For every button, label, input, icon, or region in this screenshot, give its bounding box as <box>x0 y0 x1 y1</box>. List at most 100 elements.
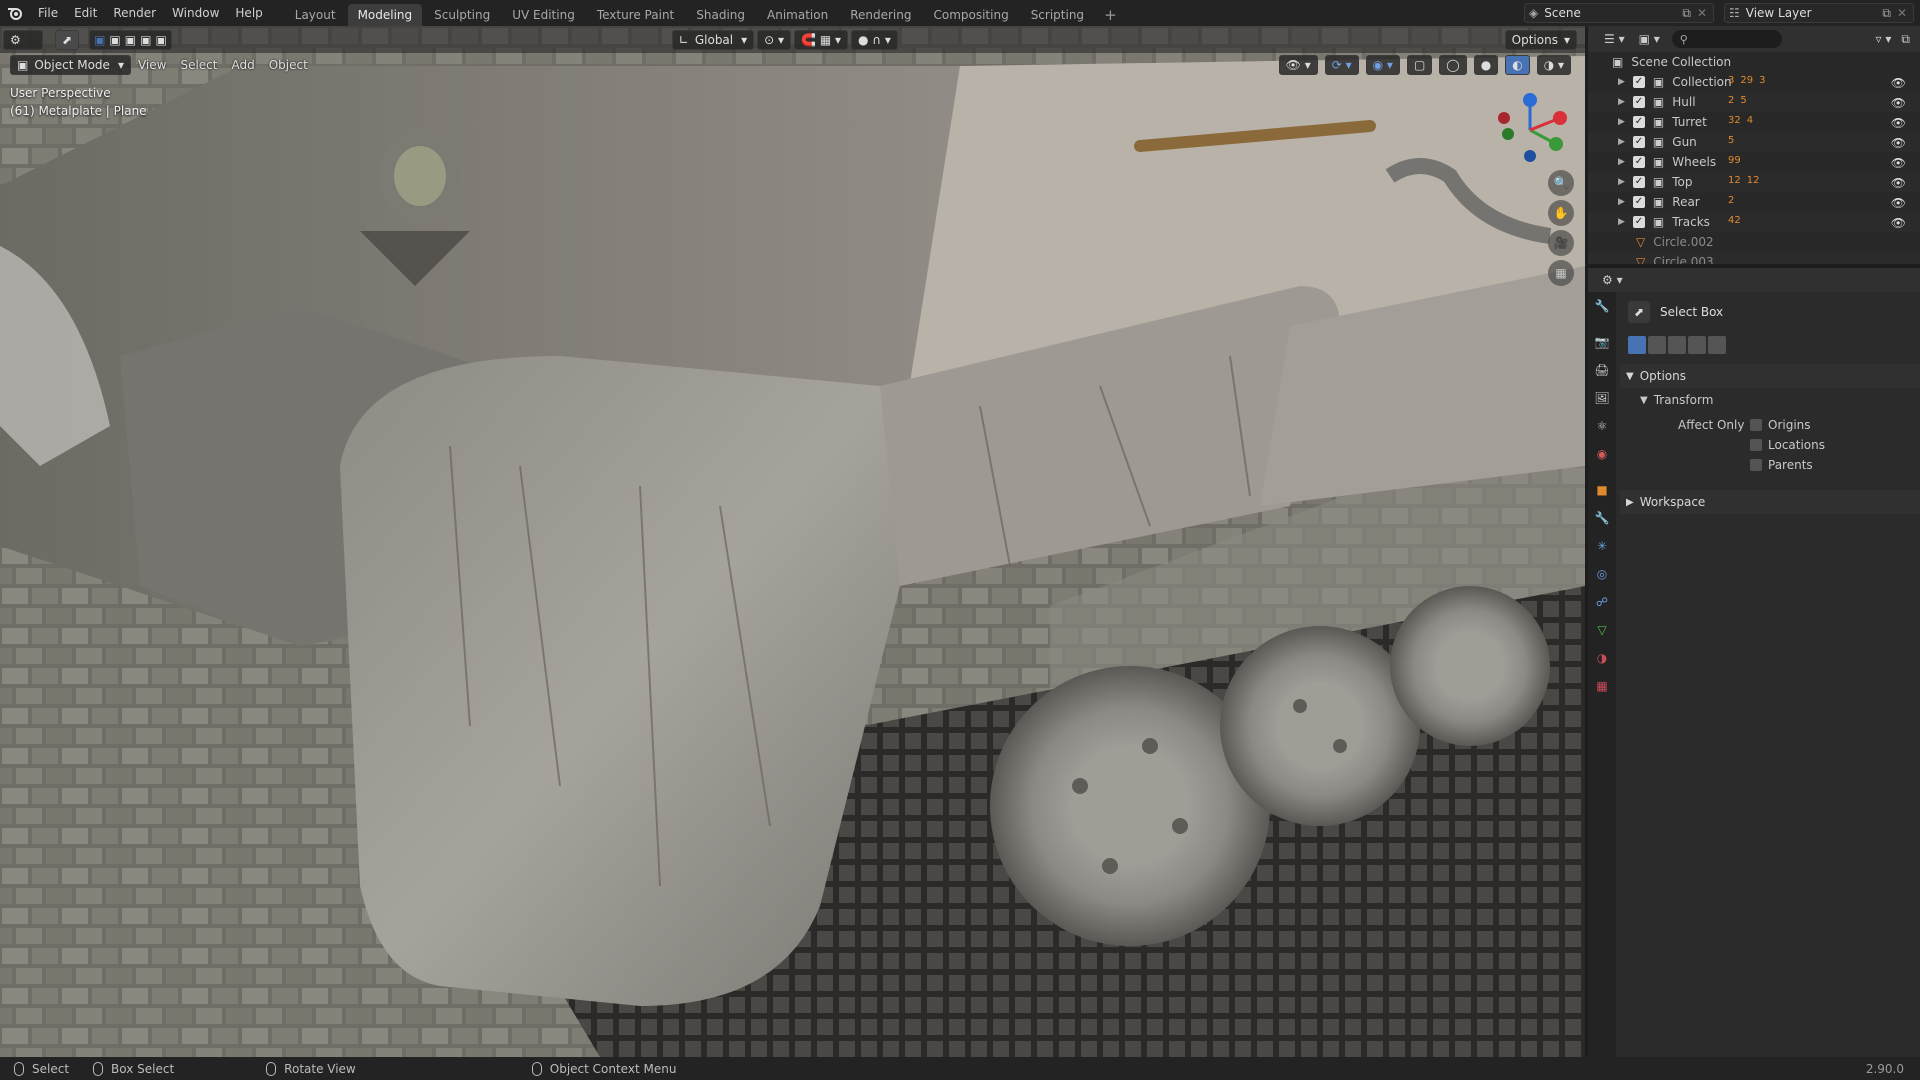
checkbox[interactable]: ✓ <box>1632 116 1645 128</box>
rendered-shading-icon[interactable]: ◑ ▾ <box>1536 55 1571 75</box>
tree-item[interactable]: ▽ Circle.002 <box>1588 232 1920 252</box>
blender-logo-icon[interactable] <box>0 0 30 26</box>
tab-data[interactable]: ▽ <box>1588 616 1616 644</box>
copy-view-layer-icon[interactable]: ⧉ <box>1882 6 1891 21</box>
select-intersect-icon[interactable] <box>1708 336 1726 354</box>
chevron-right-icon[interactable]: ▶ <box>1618 97 1625 107</box>
filter-icon[interactable]: ▿ ▾ <box>1876 32 1892 46</box>
checkbox[interactable]: ✓ <box>1632 136 1645 148</box>
select-invert-icon[interactable]: ▣ <box>140 33 151 47</box>
menu-render[interactable]: Render <box>105 0 164 26</box>
tree-item[interactable]: ▶ ✓ ▣ Gun 5 👁 <box>1588 132 1920 152</box>
tree-item[interactable]: ▶ ✓ ▣ Hull 2 5 👁 <box>1588 92 1920 112</box>
tab-constraints[interactable]: ☍ <box>1588 588 1616 616</box>
origins-checkbox[interactable]: Origins <box>1750 418 1811 432</box>
pan-hand-icon[interactable]: ✋ <box>1548 200 1574 226</box>
proportional-edit-button[interactable]: ● ∩ ▾ <box>851 29 898 50</box>
select-new-icon[interactable]: ▣ <box>94 33 105 47</box>
tab-world[interactable]: ◉ <box>1588 440 1616 468</box>
camera-view-icon[interactable]: 🎥 <box>1548 230 1574 256</box>
chevron-right-icon[interactable]: ▶ <box>1618 217 1625 227</box>
zoom-icon[interactable]: 🔍 <box>1548 170 1574 196</box>
perspective-toggle-icon[interactable]: ▦ <box>1548 260 1574 286</box>
parents-checkbox[interactable]: Parents <box>1750 458 1813 472</box>
chevron-right-icon[interactable]: ▶ <box>1618 177 1625 187</box>
tab-object[interactable]: ■ <box>1588 476 1616 504</box>
eye-icon[interactable]: 👁 <box>1891 96 1906 110</box>
tab-rendering[interactable]: Rendering <box>840 4 921 26</box>
eye-icon[interactable]: 👁 <box>1891 156 1906 170</box>
snap-toggle-button[interactable]: 🧲 ▦ ▾ <box>794 29 848 50</box>
copy-scene-icon[interactable]: ⧉ <box>1682 6 1691 21</box>
tab-render[interactable]: 📷 <box>1588 328 1616 356</box>
tree-item[interactable]: ▶ ✓ ▣ Top 12 12 👁 <box>1588 172 1920 192</box>
select-subtract-icon[interactable] <box>1668 336 1686 354</box>
solid-shading-icon[interactable]: ● <box>1473 55 1499 75</box>
eye-icon[interactable]: 👁 <box>1891 216 1906 230</box>
overlay-icon[interactable]: ◉ ▾ <box>1365 55 1400 75</box>
tree-item[interactable]: ▶ ✓ ▣ Collection 3 29 3 👁 <box>1588 72 1920 92</box>
eye-icon[interactable]: 👁 <box>1891 196 1906 210</box>
checkbox[interactable] <box>1750 419 1762 431</box>
transform-subpanel-header[interactable]: ▼ Transform <box>1620 388 1920 412</box>
select-new-icon[interactable] <box>1628 336 1646 354</box>
tree-item[interactable]: ▽ Circle.003 <box>1588 252 1920 264</box>
tab-layout[interactable]: Layout <box>285 4 346 26</box>
gizmo-icon[interactable]: ⟳ ▾ <box>1324 55 1359 75</box>
menu-add[interactable]: Add <box>224 58 261 72</box>
eye-icon[interactable]: 👁 <box>1891 176 1906 190</box>
tab-texture[interactable]: ▦ <box>1588 672 1616 700</box>
material-shading-icon[interactable]: ◐ <box>1505 55 1530 75</box>
tab-output[interactable]: 🖨 <box>1588 356 1616 384</box>
chevron-right-icon[interactable]: ▶ <box>1618 197 1625 207</box>
tab-scripting[interactable]: Scripting <box>1021 4 1094 26</box>
tab-tool[interactable]: 🔧 <box>1588 292 1616 320</box>
tree-item[interactable]: ▶ ✓ ▣ Turret 32 4 👁 <box>1588 112 1920 132</box>
tab-texture-paint[interactable]: Texture Paint <box>587 4 684 26</box>
tree-item[interactable]: ▶ ✓ ▣ Rear 2 👁 <box>1588 192 1920 212</box>
visibility-icon[interactable]: 👁 ▾ <box>1278 55 1318 75</box>
eye-icon[interactable]: 👁 <box>1891 116 1906 130</box>
tab-physics[interactable]: ◎ <box>1588 560 1616 588</box>
close-icon[interactable]: ✕ <box>1897 6 1907 20</box>
selection-mode-group[interactable]: ▣ ▣ ▣ ▣ ▣ <box>89 29 172 50</box>
properties-editor-icon[interactable]: ⚙ ▾ <box>1602 273 1623 287</box>
pivot-point-button[interactable]: ⊙ ▾ <box>757 29 792 50</box>
add-workspace-button[interactable]: + <box>1096 4 1125 26</box>
editor-type-button[interactable]: ⚙ <box>3 29 43 50</box>
select-subtract-icon[interactable]: ▣ <box>125 33 136 47</box>
chevron-right-icon[interactable]: ▶ <box>1618 157 1625 167</box>
checkbox[interactable]: ✓ <box>1632 216 1645 228</box>
eye-icon[interactable]: 👁 <box>1891 136 1906 150</box>
eye-icon[interactable]: 👁 <box>1891 76 1906 90</box>
select-tool-icon[interactable]: ⬈ <box>55 29 80 50</box>
new-collection-icon[interactable]: ⧉ <box>1901 32 1910 47</box>
xray-icon[interactable]: ▢ <box>1406 55 1433 75</box>
tab-shading[interactable]: Shading <box>686 4 755 26</box>
chevron-right-icon[interactable]: ▶ <box>1618 117 1625 127</box>
menu-file[interactable]: File <box>30 0 66 26</box>
tree-item-scene-collection[interactable]: ▣ Scene Collection <box>1588 52 1920 72</box>
checkbox[interactable]: ✓ <box>1632 176 1645 188</box>
navigation-gizmo[interactable] <box>1490 90 1570 170</box>
locations-checkbox[interactable]: Locations <box>1750 438 1825 452</box>
tab-animation[interactable]: Animation <box>757 4 838 26</box>
tab-view-layer[interactable]: 🖼 <box>1588 384 1616 412</box>
select-invert-icon[interactable] <box>1688 336 1706 354</box>
wireframe-shading-icon[interactable]: ◯ <box>1439 55 1467 75</box>
outliner-editor-icon[interactable]: ☰ ▾ <box>1604 32 1625 46</box>
tab-material[interactable]: ◑ <box>1588 644 1616 672</box>
checkbox[interactable]: ✓ <box>1632 156 1645 168</box>
checkbox[interactable]: ✓ <box>1632 196 1645 208</box>
select-extend-icon[interactable]: ▣ <box>109 33 120 47</box>
scene-selector[interactable]: ◈ Scene ⧉ ✕ <box>1524 3 1714 23</box>
view-layer-selector[interactable]: ☷ View Layer ⧉ ✕ <box>1724 3 1914 23</box>
menu-help[interactable]: Help <box>227 0 270 26</box>
checkbox[interactable]: ✓ <box>1632 76 1645 88</box>
menu-window[interactable]: Window <box>164 0 227 26</box>
menu-object[interactable]: Object <box>262 58 315 72</box>
select-intersect-icon[interactable]: ▣ <box>155 33 166 47</box>
display-mode-icon[interactable]: ▣ ▾ <box>1639 32 1660 46</box>
options-panel-header[interactable]: ▼ Options <box>1620 364 1920 388</box>
tab-uv-editing[interactable]: UV Editing <box>502 4 585 26</box>
